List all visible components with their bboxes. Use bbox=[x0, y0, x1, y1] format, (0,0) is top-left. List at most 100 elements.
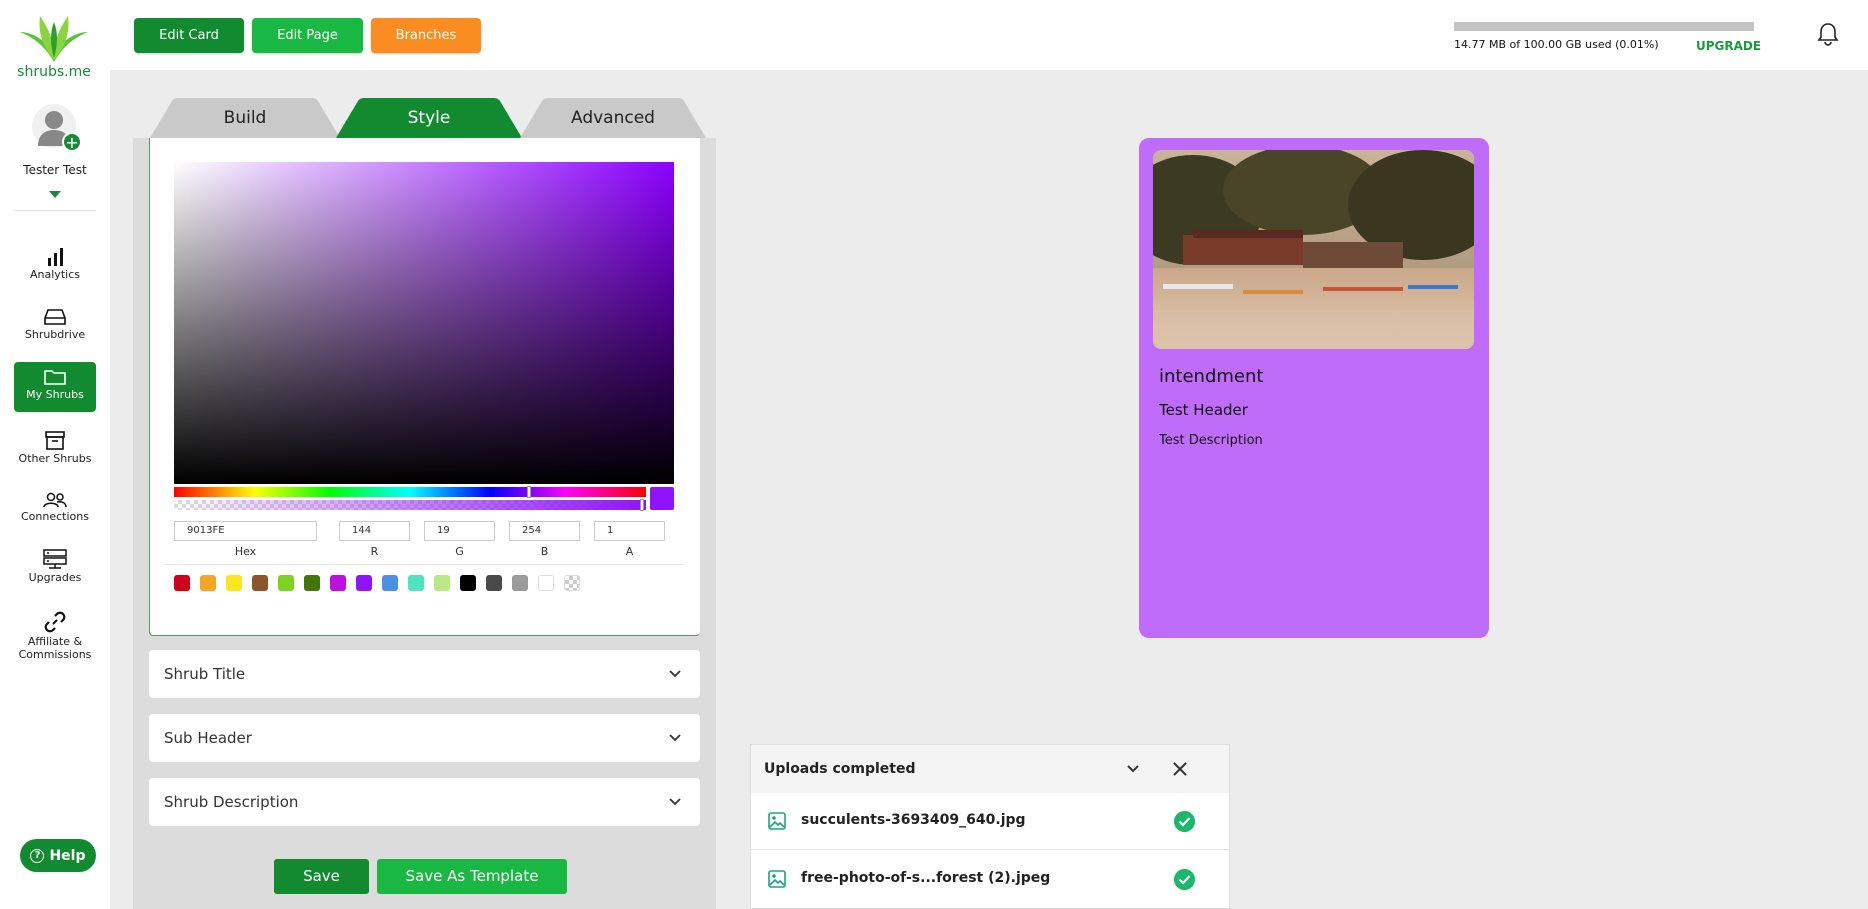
sidebar-item-label: Affiliate & Commissions bbox=[18, 635, 92, 661]
people-icon bbox=[43, 492, 67, 508]
preset-divider bbox=[164, 564, 684, 565]
archive-icon bbox=[45, 431, 65, 450]
preset-color-swatch[interactable] bbox=[408, 575, 424, 591]
upload-file-name: succulents-3693409_640.jpg bbox=[801, 812, 1026, 828]
sidebar: shrubs.me + Tester Test Analytics Shrubd… bbox=[0, 0, 110, 909]
uploads-panel: Uploads completed succulents-3693409_640… bbox=[750, 744, 1230, 909]
sidebar-item-label: Upgrades bbox=[28, 571, 82, 584]
card-preview: intendment Test Header Test Description bbox=[1139, 138, 1489, 638]
storage-usage-text: 14.77 MB of 100.00 GB used (0.01%) bbox=[1454, 38, 1659, 51]
red-input[interactable]: 144 bbox=[339, 521, 410, 541]
hex-input[interactable]: 9013FE bbox=[174, 521, 317, 541]
preset-color-swatch[interactable] bbox=[512, 575, 528, 591]
accordion-shrub-description[interactable]: Shrub Description bbox=[149, 778, 700, 826]
preset-color-swatch[interactable] bbox=[460, 575, 476, 591]
logo-text: shrubs.me bbox=[17, 64, 91, 80]
card-image bbox=[1153, 150, 1474, 349]
sidebar-item-affiliate[interactable]: Affiliate & Commissions bbox=[14, 607, 96, 667]
user-name: Tester Test bbox=[23, 163, 87, 177]
bell-icon[interactable] bbox=[1817, 22, 1839, 46]
uploads-header: Uploads completed bbox=[751, 745, 1229, 793]
red-label: R bbox=[370, 545, 379, 558]
preset-color-swatch[interactable] bbox=[278, 575, 294, 591]
sidebar-item-connections[interactable]: Connections bbox=[14, 488, 96, 532]
image-file-icon bbox=[768, 870, 786, 888]
beach-photo-image bbox=[1153, 150, 1474, 349]
accordion-sub-header[interactable]: Sub Header bbox=[149, 714, 700, 762]
chevron-down-icon bbox=[669, 798, 681, 806]
selected-color-swatch bbox=[650, 487, 674, 510]
green-label: G bbox=[455, 545, 464, 558]
accordion-label: Shrub Title bbox=[164, 665, 246, 683]
sidebar-divider bbox=[14, 210, 96, 211]
card-title: intendment bbox=[1159, 366, 1264, 387]
sidebar-item-other-shrubs[interactable]: Other Shrubs bbox=[14, 426, 96, 470]
add-avatar-icon[interactable]: + bbox=[62, 132, 82, 152]
tab-style[interactable]: Style bbox=[336, 98, 522, 138]
upload-file-name: free-photo-of-s...forest (2).jpeg bbox=[801, 870, 1051, 886]
sidebar-item-label: My Shrubs bbox=[26, 388, 84, 401]
preset-color-swatch[interactable] bbox=[356, 575, 372, 591]
upgrade-link[interactable]: UPGRADE bbox=[1696, 39, 1761, 53]
image-file-icon bbox=[768, 812, 786, 830]
save-as-template-button[interactable]: Save As Template bbox=[377, 859, 567, 894]
preset-color-swatch[interactable] bbox=[538, 575, 554, 591]
link-icon bbox=[44, 611, 66, 633]
branches-button[interactable]: Branches bbox=[371, 18, 481, 53]
color-saturation-area[interactable] bbox=[174, 162, 674, 484]
help-button[interactable]: ? Help bbox=[20, 839, 96, 872]
green-input[interactable]: 19 bbox=[424, 521, 495, 541]
preset-color-swatch[interactable] bbox=[486, 575, 502, 591]
preset-color-swatch[interactable] bbox=[174, 575, 190, 591]
save-button[interactable]: Save bbox=[274, 859, 369, 894]
storage-usage-bar bbox=[1454, 22, 1754, 31]
accordion-label: Shrub Description bbox=[164, 793, 299, 811]
alpha-input[interactable]: 1 bbox=[594, 521, 665, 541]
accordion-shrub-title[interactable]: Shrub Title bbox=[149, 650, 700, 698]
logo[interactable]: shrubs.me bbox=[14, 10, 94, 80]
preset-color-swatch[interactable] bbox=[564, 575, 580, 591]
folder-icon bbox=[44, 370, 66, 385]
upload-row: succulents-3693409_640.jpg bbox=[751, 793, 1229, 850]
blue-input[interactable]: 254 bbox=[509, 521, 580, 541]
sidebar-item-my-shrubs[interactable]: My Shrubs bbox=[14, 362, 96, 412]
edit-card-button[interactable]: Edit Card bbox=[134, 18, 244, 53]
tab-label: Build bbox=[223, 108, 267, 128]
tab-label: Style bbox=[407, 108, 451, 128]
chevron-down-icon[interactable] bbox=[1126, 762, 1140, 776]
sidebar-item-analytics[interactable]: Analytics bbox=[14, 244, 96, 288]
alpha-slider[interactable] bbox=[174, 500, 646, 510]
avatar[interactable]: + bbox=[32, 104, 82, 152]
sidebar-item-label: Connections bbox=[21, 510, 89, 523]
alpha-label: A bbox=[625, 545, 634, 558]
alpha-slider-thumb[interactable] bbox=[640, 499, 644, 511]
card-sub-header: Test Header bbox=[1159, 401, 1248, 419]
chevron-down-icon bbox=[669, 670, 681, 678]
edit-page-button[interactable]: Edit Page bbox=[252, 18, 363, 53]
preset-color-swatch[interactable] bbox=[434, 575, 450, 591]
tab-label: Advanced bbox=[571, 108, 655, 128]
sidebar-item-label: Shrubdrive bbox=[24, 328, 86, 341]
sidebar-item-label: Analytics bbox=[30, 268, 80, 281]
sidebar-item-upgrades[interactable]: Upgrades bbox=[14, 545, 96, 589]
check-circle-icon bbox=[1174, 811, 1195, 832]
sidebar-item-shrubdrive[interactable]: Shrubdrive bbox=[14, 304, 96, 348]
preset-color-swatch[interactable] bbox=[304, 575, 320, 591]
blue-label: B bbox=[540, 545, 549, 558]
close-icon[interactable] bbox=[1172, 761, 1188, 777]
accordion-label: Sub Header bbox=[164, 729, 252, 747]
tab-build[interactable]: Build bbox=[150, 98, 340, 138]
hex-label: Hex bbox=[234, 545, 257, 558]
card-description: Test Description bbox=[1159, 433, 1263, 448]
tab-advanced[interactable]: Advanced bbox=[520, 98, 706, 138]
preset-color-swatch[interactable] bbox=[252, 575, 268, 591]
preset-color-swatch[interactable] bbox=[226, 575, 242, 591]
hue-slider[interactable] bbox=[174, 487, 646, 497]
hue-slider-thumb[interactable] bbox=[527, 486, 531, 498]
user-menu-caret-icon[interactable] bbox=[49, 191, 61, 198]
preset-color-swatch[interactable] bbox=[382, 575, 398, 591]
sidebar-item-label: Other Shrubs bbox=[18, 452, 92, 465]
preset-color-swatch[interactable] bbox=[330, 575, 346, 591]
preset-color-swatch[interactable] bbox=[200, 575, 216, 591]
top-bar: Edit Card Edit Page Branches 14.77 MB of… bbox=[110, 0, 1868, 70]
